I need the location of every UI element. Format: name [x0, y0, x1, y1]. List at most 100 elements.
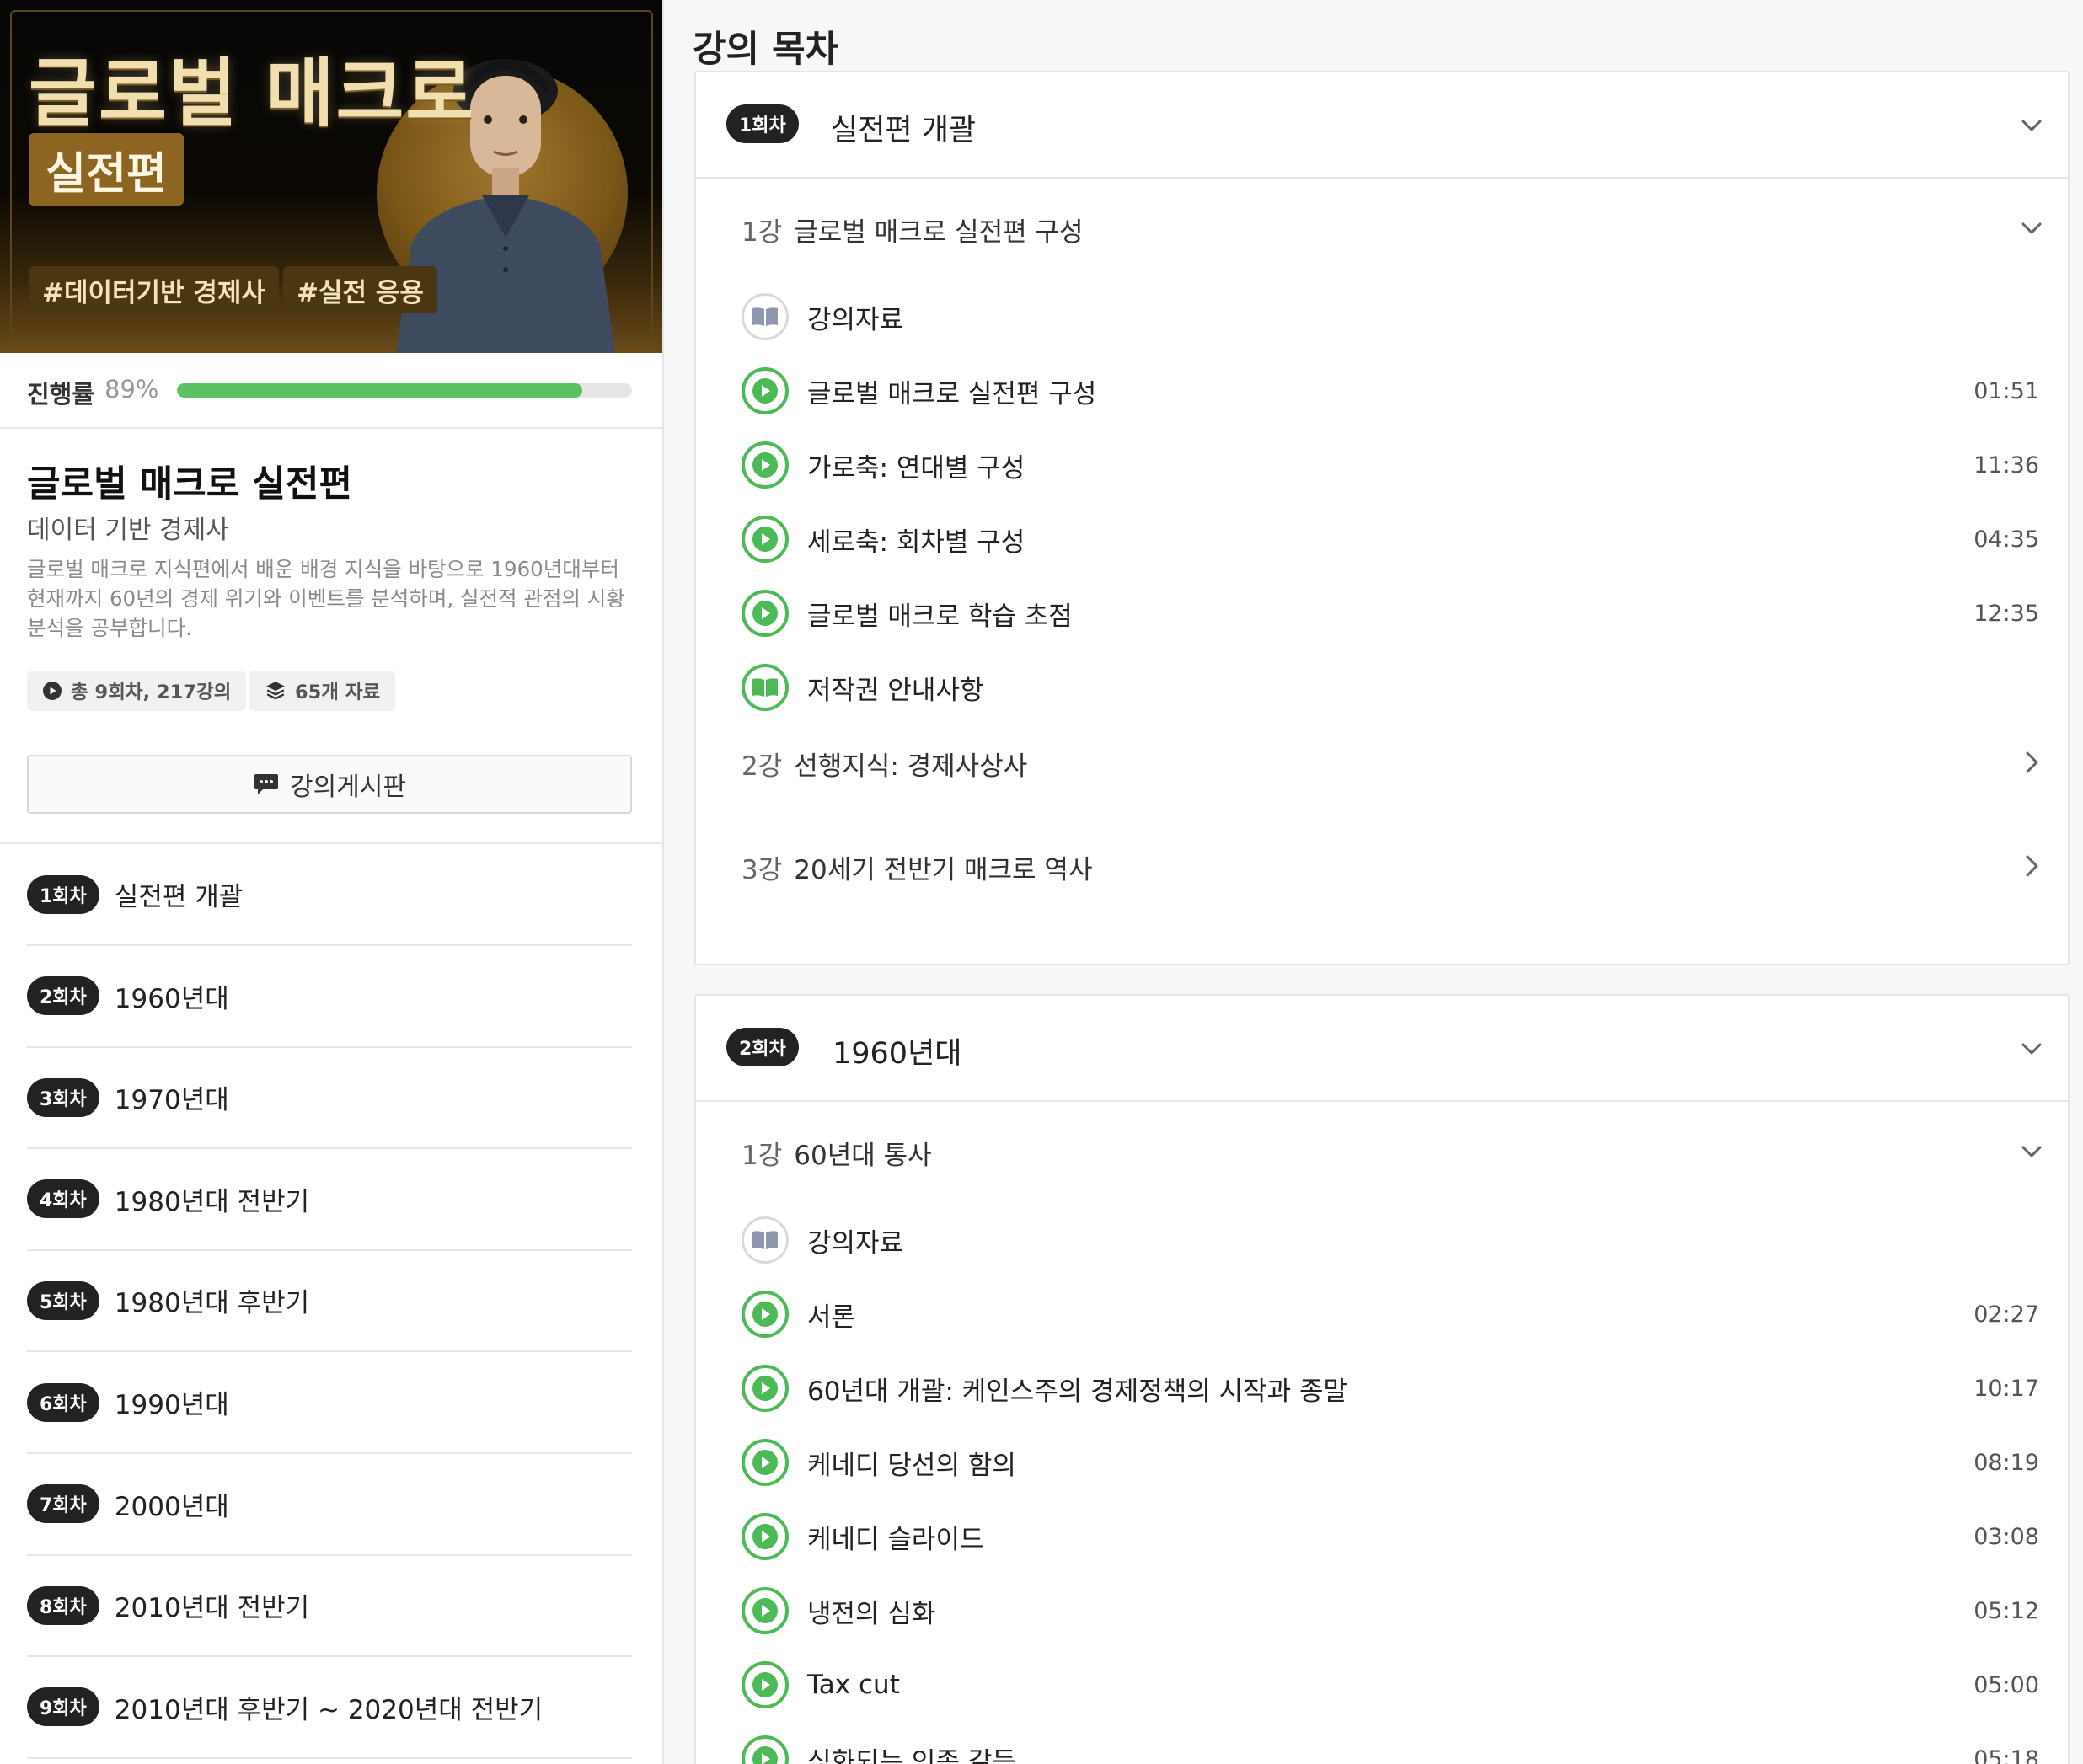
item-duration: 02:27: [1973, 1301, 2039, 1328]
session-item[interactable]: 7회차 2000년대: [27, 1454, 632, 1556]
item-title: 케네디 슬라이드: [807, 1524, 984, 1555]
session-badge: 4회차: [27, 1179, 99, 1219]
item-duration: 10:17: [1973, 1375, 2039, 1402]
session-item[interactable]: 9회차 2010년대 후반기 ~ 2020년대 전반기: [27, 1657, 632, 1759]
video-item[interactable]: Tax cut 05:00: [742, 1660, 2039, 1710]
session-item[interactable]: 5회차 1980년대 후반기: [27, 1250, 632, 1353]
book-icon: [742, 1216, 789, 1264]
session-item[interactable]: 2회차 1960년대: [27, 946, 632, 1048]
banner-badge: 실전편: [29, 133, 184, 206]
session-title: 1960년대: [114, 983, 229, 1014]
play-triangle-icon: [752, 527, 778, 552]
play-circle-icon: [742, 1735, 789, 1764]
item-duration: 03:08: [1973, 1523, 2039, 1550]
book-icon: [742, 293, 789, 340]
lecture-title: 선행지식: 경제사상사: [794, 751, 1028, 782]
progress-bar: [177, 383, 632, 398]
play-circle-icon: [742, 1365, 789, 1412]
play-triangle-icon: [752, 1746, 778, 1764]
item-duration: 01:51: [1973, 377, 2039, 404]
session-badge: 1회차: [726, 104, 799, 143]
lecture-header[interactable]: 1강 글로벌 매크로 실전편 구성: [742, 211, 1084, 249]
item-title: 60년대 개괄: 케인스주의 경제정책의 시작과 종말: [807, 1376, 1348, 1407]
material-item[interactable]: 강의자료: [742, 291, 2039, 342]
lecture-header[interactable]: 2강 선행지식: 경제사상사: [742, 745, 1027, 783]
session-item[interactable]: 4회차 1980년대 전반기: [27, 1149, 632, 1251]
item-title: 강의자료: [807, 1227, 904, 1259]
video-item[interactable]: 가로축: 연대별 구성 11:36: [742, 440, 2039, 490]
course-title: 글로벌 매크로 실전편: [27, 463, 352, 505]
item-title: 글로벌 매크로 학습 초점: [807, 601, 1073, 632]
item-title: 세로축: 회차별 구성: [807, 527, 1025, 558]
session-item[interactable]: 6회차 1990년대: [27, 1352, 632, 1454]
lecture-header[interactable]: 1강 60년대 통사: [742, 1134, 932, 1172]
lecture-board-button[interactable]: 강의게시판: [27, 755, 632, 814]
material-item[interactable]: 강의자료: [742, 1215, 2039, 1265]
progress-percent: 89%: [104, 375, 159, 404]
item-title: 냉전의 심화: [807, 1598, 936, 1629]
session-card-header[interactable]: 2회차 1960년대: [696, 996, 2068, 1102]
session-item[interactable]: 1회차 실전편 개괄: [27, 844, 632, 946]
session-badge: 9회차: [27, 1687, 99, 1727]
chat-bubble-icon: [254, 774, 278, 794]
video-item[interactable]: 냉전의 심화 05:12: [742, 1585, 2039, 1636]
session-badge: 2회차: [27, 976, 99, 1016]
material-item[interactable]: 저작권 안내사항: [742, 662, 2039, 713]
video-item[interactable]: 심화되는 인종 갈등 05:18: [742, 1734, 2039, 1764]
session-title: 1990년대: [114, 1390, 229, 1420]
item-title: 케네디 당선의 함의: [807, 1450, 1016, 1481]
session-item[interactable]: 8회차 2010년대 전반기: [27, 1555, 632, 1658]
progress-bar-fill: [177, 383, 582, 398]
lecture-title: 20세기 전반기 매크로 역사: [794, 855, 1093, 885]
play-circle-icon: [742, 1587, 789, 1634]
play-triangle-icon: [752, 1302, 778, 1327]
play-triangle-icon: [752, 1376, 778, 1401]
chevron-right-icon: [2026, 751, 2038, 773]
video-item[interactable]: 서론 02:27: [742, 1289, 2039, 1339]
session-card-title: 실전편 개괄: [831, 114, 977, 147]
play-circle-icon: [742, 590, 789, 637]
video-item[interactable]: 60년대 개괄: 케인스주의 경제정책의 시작과 종말 10:17: [742, 1363, 2039, 1414]
item-title: 심화되는 인종 갈등: [807, 1746, 1016, 1764]
play-triangle-icon: [752, 452, 778, 478]
video-item[interactable]: 세로축: 회차별 구성 04:35: [742, 514, 2039, 564]
course-banner: 글로벌 매크로 실전편 #데이터기반 경제사 #실전 응용: [0, 0, 662, 353]
material-count-text: 65개 자료: [295, 682, 381, 703]
banner-title: 글로벌 매크로: [29, 49, 476, 136]
item-title: 서론: [807, 1302, 856, 1333]
item-title: 글로벌 매크로 실전편 구성: [807, 378, 1097, 409]
item-duration: 08:19: [1973, 1449, 2039, 1476]
play-circle-icon: [742, 441, 789, 489]
play-circle-icon: [742, 516, 789, 563]
video-item[interactable]: 글로벌 매크로 실전편 구성 01:51: [742, 366, 2039, 416]
video-item[interactable]: 케네디 당선의 함의 08:19: [742, 1437, 2039, 1488]
play-triangle-icon: [752, 1524, 778, 1549]
session-card-header[interactable]: 1회차 실전편 개괄: [696, 72, 2068, 179]
session-card: 1회차 실전편 개괄 1강 글로벌 매크로 실전편 구성 강의자료 글로벌 매크로 실전편…: [694, 71, 2070, 965]
session-title: 실전편 개괄: [114, 882, 244, 912]
play-circle-icon: [742, 1513, 789, 1560]
session-badge: 5회차: [27, 1280, 99, 1320]
chevron-down-icon: [2021, 1043, 2042, 1055]
lecture-count-chip: 총 9회차, 217강의: [27, 671, 247, 711]
item-title: 저작권 안내사항: [807, 675, 984, 706]
item-duration: 11:36: [1973, 452, 2039, 478]
lecture-number: 2강: [742, 751, 783, 782]
video-item[interactable]: 케네디 슬라이드 03:08: [742, 1511, 2039, 1562]
play-triangle-icon: [752, 1598, 778, 1623]
open-book-icon: [752, 1231, 778, 1249]
lecture-number: 1강: [742, 1141, 783, 1171]
session-badge: 1회차: [27, 874, 99, 914]
chevron-right-icon: [2026, 855, 2038, 877]
session-badge: 2회차: [726, 1028, 799, 1066]
session-badge: 3회차: [27, 1077, 99, 1117]
play-circle-icon: [742, 1661, 789, 1708]
session-item[interactable]: 3회차 1970년대: [27, 1047, 632, 1150]
lecture-number: 3강: [742, 855, 783, 885]
open-book-green-icon: [752, 678, 778, 697]
video-item[interactable]: 글로벌 매크로 학습 초점 12:35: [742, 588, 2039, 639]
lecture-title: 글로벌 매크로 실전편 구성: [794, 217, 1084, 248]
lecture-header[interactable]: 3강 20세기 전반기 매크로 역사: [742, 848, 1092, 886]
play-circle-icon: [742, 1291, 789, 1338]
play-circle-icon: [43, 682, 62, 700]
